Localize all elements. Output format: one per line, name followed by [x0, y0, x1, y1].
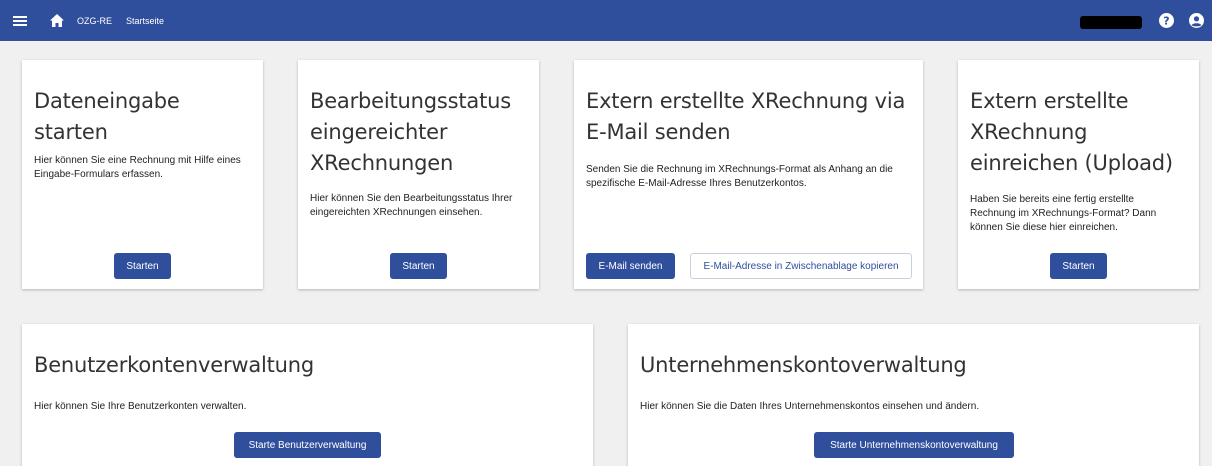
card-description: Senden Sie die Rechnung im XRechnungs-Fo… — [586, 164, 893, 189]
card-description: Hier können Sie eine Rechnung mit Hilfe … — [34, 155, 241, 180]
card-title: Benutzerkontenverwaltung — [34, 353, 315, 377]
card-title: Bearbeitungsstatus eingereichter XRechnu… — [310, 89, 511, 175]
card-title: Unternehmenskontoverwaltung — [640, 353, 967, 377]
start-bearbeitungsstatus-button[interactable]: Starten — [390, 253, 447, 279]
card-benutzerkontenverwaltung: Benutzerkontenverwaltung Hier können Sie… — [22, 324, 593, 466]
redacted-username — [1080, 16, 1142, 29]
card-unternehmenskontoverwaltung: Unternehmenskontoverwaltung Hier können … — [628, 324, 1199, 466]
card-description: Haben Sie bereits eine fertig erstellte … — [970, 194, 1157, 233]
card-dateneingabe: Dateneingabe starten Hier können Sie ein… — [22, 60, 263, 289]
help-icon[interactable]: ? — [1156, 0, 1176, 41]
start-dateneingabe-button[interactable]: Starten — [114, 253, 171, 279]
email-senden-button[interactable]: E-Mail senden — [586, 253, 675, 279]
card-email-senden: Extern erstellte XRechnung via E-Mail se… — [574, 60, 923, 289]
top-navigation-bar: OZG-RE Startseite ? — [0, 0, 1212, 41]
card-upload: Extern erstellte XRechnung einreichen (U… — [958, 60, 1199, 289]
menu-icon[interactable] — [9, 0, 31, 41]
user-icon[interactable] — [1186, 0, 1206, 41]
start-unternehmenskontoverwaltung-button[interactable]: Starte Unternehmenskontoverwaltung — [814, 432, 1014, 458]
breadcrumb-startseite[interactable]: Startseite — [126, 0, 164, 41]
svg-text:?: ? — [1163, 15, 1169, 28]
card-title: Extern erstellte XRechnung via E-Mail se… — [586, 89, 906, 144]
card-title: Dateneingabe starten — [34, 89, 180, 144]
card-title: Extern erstellte XRechnung einreichen (U… — [970, 89, 1173, 175]
copy-email-button[interactable]: E-Mail-Adresse in Zwischenablage kopiere… — [690, 253, 912, 279]
card-bearbeitungsstatus: Bearbeitungsstatus eingereichter XRechnu… — [298, 60, 539, 289]
start-upload-button[interactable]: Starten — [1050, 253, 1107, 279]
card-description: Hier können Sie Ihre Benutzerkonten verw… — [34, 401, 247, 412]
app-name-link[interactable]: OZG-RE — [77, 0, 112, 41]
start-benutzerverwaltung-button[interactable]: Starte Benutzerverwaltung — [234, 432, 381, 458]
card-description: Hier können Sie den Bearbeitungsstatus I… — [310, 193, 513, 218]
card-description: Hier können Sie die Daten Ihres Unterneh… — [640, 401, 980, 412]
home-icon[interactable] — [47, 0, 67, 41]
